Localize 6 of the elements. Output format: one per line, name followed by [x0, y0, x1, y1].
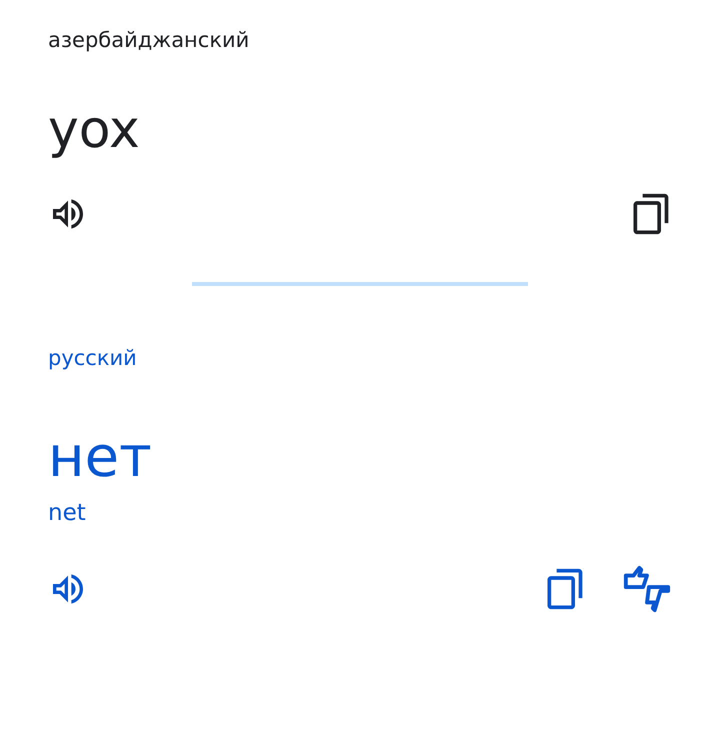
- source-text: yox: [48, 99, 141, 162]
- transliteration: net: [48, 500, 87, 526]
- translation-text: нет: [48, 426, 153, 490]
- feedback-icon[interactable]: [622, 564, 672, 614]
- target-language: русский: [48, 345, 138, 372]
- source-language: азербайджанский: [48, 27, 250, 54]
